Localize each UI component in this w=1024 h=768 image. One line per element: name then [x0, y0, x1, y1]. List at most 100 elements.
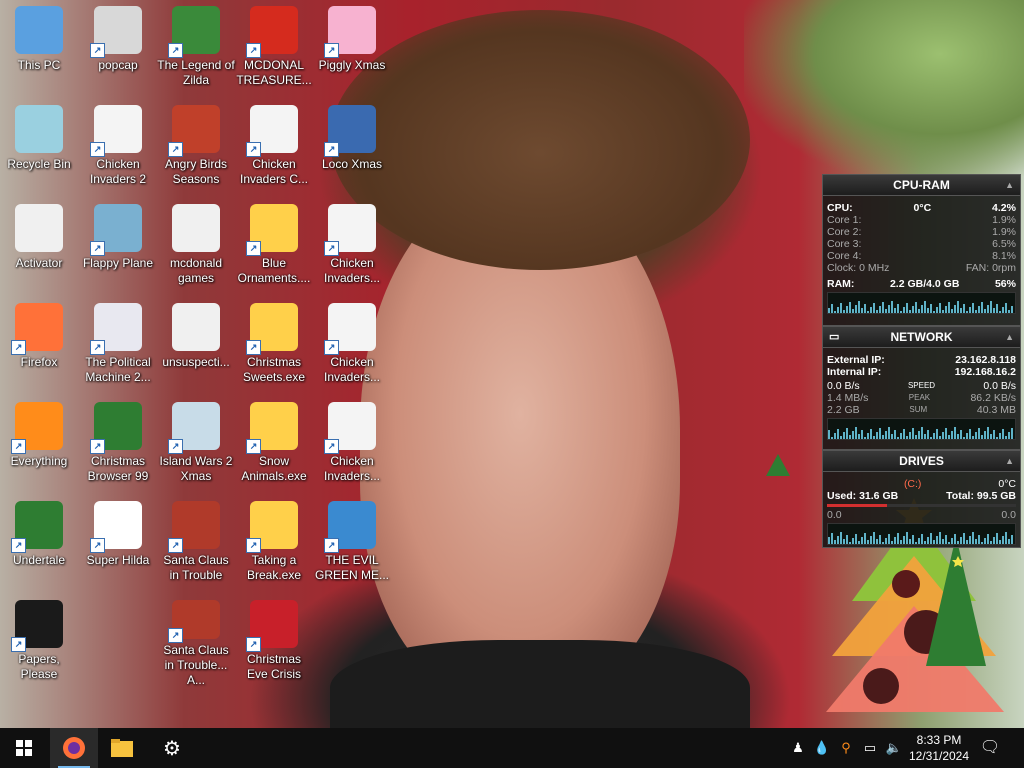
graph-bar — [852, 538, 854, 544]
collapse-icon[interactable]: ▲ — [1005, 175, 1014, 195]
desktop-icon[interactable]: Recycle Bin — [0, 101, 78, 193]
chicken-invaders-icon: ↗ — [324, 303, 376, 355]
desktop-icon-label: This PC — [17, 58, 61, 72]
graph-bar — [930, 304, 932, 313]
drives-gadget[interactable]: DRIVES ▲ (C:) 0°C Used: 31.6 GB Total: 9… — [822, 450, 1021, 548]
desktop-icon[interactable]: ↗ Piggly Xmas — [313, 2, 391, 94]
desktop-icon-label: Chicken Invaders... — [323, 355, 381, 384]
drive-usage-fill — [827, 504, 888, 507]
desktop-icon[interactable]: ↗ Santa Claus in Trouble — [157, 497, 235, 589]
desktop-icon[interactable]: ↗ Christmas Browser 99 — [79, 398, 157, 490]
desktop-icon[interactable]: ↗ The Political Machine 2... — [79, 299, 157, 391]
graph-bar — [981, 542, 983, 544]
desktop-icon[interactable]: ↗ Santa Claus in Trouble... A... — [157, 596, 235, 688]
desktop-icon[interactable]: ↗ MCDONAL TREASURE... — [235, 2, 313, 94]
desktop-icon[interactable]: ↗ The Legend of Zilda — [157, 2, 235, 94]
desktop-icon[interactable]: ↗ THE EVIL GREEN ME... — [313, 497, 391, 589]
graph-bar — [1002, 429, 1004, 439]
desktop-icon-label: Angry Birds Seasons — [164, 157, 228, 186]
tray-volume-icon[interactable]: 🔈 — [886, 740, 902, 756]
desktop-icon[interactable]: ↗ Island Wars 2 Xmas — [157, 398, 235, 490]
drive-write: 0.0 — [1001, 509, 1016, 521]
cpu-ram-gadget[interactable]: CPU-RAM ▲ CPU: 0°C 4.2% Core 1: 1.9% Core … — [822, 174, 1021, 326]
desktop-icon[interactable]: unsuspecti... — [157, 299, 235, 391]
graph-bar — [906, 303, 908, 313]
collapse-icon[interactable]: ▲ — [1005, 451, 1014, 471]
core-value: 1.9% — [992, 214, 1016, 226]
desktop-icon[interactable]: ↗ Chicken Invaders 2 — [79, 101, 157, 193]
desktop-icon[interactable]: mcdonald games — [157, 200, 235, 292]
graph-bar — [915, 435, 917, 439]
desktop-icon-label: Island Wars 2 Xmas — [159, 454, 233, 483]
desktop-icon[interactable]: ↗ Super Hilda — [79, 497, 157, 589]
desktop-icon[interactable]: ↗ Snow Animals.exe — [235, 398, 313, 490]
shortcut-arrow-icon: ↗ — [246, 43, 261, 58]
desktop-icon-label: Christmas Sweets.exe — [242, 355, 306, 384]
shortcut-arrow-icon: ↗ — [324, 538, 339, 553]
desktop-icon[interactable]: ↗ Firefox — [0, 299, 78, 391]
graph-bar — [963, 437, 965, 439]
desktop-icon[interactable]: ↗ Flappy Plane — [79, 200, 157, 292]
computer-icon — [15, 6, 63, 54]
graph-bar — [897, 533, 899, 544]
desktop-icon[interactable]: ↗ Chicken Invaders... — [313, 299, 391, 391]
graph-bar — [918, 431, 920, 439]
graph-bar — [921, 427, 923, 439]
desktop-icon[interactable]: Activator — [0, 200, 78, 292]
drive-used: Used: 31.6 GB — [827, 490, 899, 502]
graph-bar — [885, 431, 887, 439]
notification-center-icon[interactable]: 🗨 — [980, 739, 1000, 756]
core-row: Core 4: 8.1% — [823, 250, 1020, 262]
desktop-icon[interactable]: ↗ Papers, Please — [0, 596, 78, 688]
desktop-icon-label: Recycle Bin — [7, 157, 71, 171]
desktop-icon[interactable]: ↗ Chicken Invaders... — [313, 200, 391, 292]
flappy-plane-icon: ↗ — [90, 204, 142, 256]
start-button[interactable] — [0, 728, 48, 768]
graph-bar — [912, 535, 914, 544]
tray-network-icon[interactable]: ▭ — [862, 740, 878, 756]
tray-drop-icon[interactable]: 💧 — [814, 740, 830, 756]
ram-label: RAM: — [827, 278, 855, 290]
windows-logo-icon — [16, 740, 32, 756]
desktop-icon[interactable]: ↗ Blue Ornaments.... — [235, 200, 313, 292]
graph-bar — [1011, 428, 1013, 439]
desktop-icon[interactable]: ↗ Chicken Invaders... — [313, 398, 391, 490]
peak-upload: 86.2 KB/s — [970, 392, 1016, 404]
desktop-icon[interactable]: ↗ Undertale — [0, 497, 78, 589]
collapse-icon[interactable]: ▲ — [1005, 327, 1014, 347]
desktop-icon[interactable]: ↗ popcap — [79, 2, 157, 94]
drive-total: Total: 99.5 GB — [946, 490, 1016, 502]
desktop-icon[interactable]: ↗ Everything — [0, 398, 78, 490]
graph-bar — [903, 536, 905, 544]
tray-network-app-icon[interactable]: ♟ — [790, 740, 806, 756]
everything-search-icon: ↗ — [11, 402, 63, 454]
cpu-ram-header: CPU-RAM ▲ — [823, 175, 1020, 196]
desktop-icon-label: popcap — [98, 58, 138, 72]
graph-bar — [846, 535, 848, 544]
desktop-icon[interactable]: ↗ Angry Birds Seasons — [157, 101, 235, 193]
taskbar: ⚙ ♟ 💧 ⚲ ▭ 🔈 8:33 PM 12/31/2024 🗨 — [0, 728, 1024, 768]
drive-graph — [827, 523, 1016, 545]
desktop-icon[interactable]: This PC — [0, 2, 78, 94]
graph-bar — [894, 430, 896, 439]
desktop-icon[interactable]: ↗ Loco Xmas — [313, 101, 391, 193]
network-gadget[interactable]: ▭ NETWORK ▲ External IP: 23.162.8.118 In… — [822, 326, 1021, 450]
messenger-icon: ↗ — [324, 501, 376, 553]
desktop-icon[interactable]: ↗ Chicken Invaders C... — [235, 101, 313, 193]
graph-bar — [981, 302, 983, 313]
graph-bar — [951, 431, 953, 439]
desktop-icon[interactable]: ↗ Taking a Break.exe — [235, 497, 313, 589]
ram-percent: 56% — [994, 278, 1016, 290]
graph-bar — [948, 302, 950, 313]
tray-everything-icon[interactable]: ⚲ — [838, 740, 854, 756]
taskbar-clock[interactable]: 8:33 PM 12/31/2024 — [906, 732, 972, 764]
file-explorer-taskbar[interactable] — [98, 728, 146, 768]
desktop-icon[interactable]: ↗ Christmas Sweets.exe — [235, 299, 313, 391]
firefox-taskbar[interactable] — [50, 728, 98, 768]
graph-bar — [840, 303, 842, 313]
settings-taskbar[interactable]: ⚙ — [148, 728, 196, 768]
graph-bar — [972, 532, 974, 544]
peak-download: 1.4 MB/s — [827, 392, 869, 404]
desktop-icon[interactable]: ↗ Christmas Eve Crisis — [235, 596, 313, 688]
graph-bar — [879, 535, 881, 544]
